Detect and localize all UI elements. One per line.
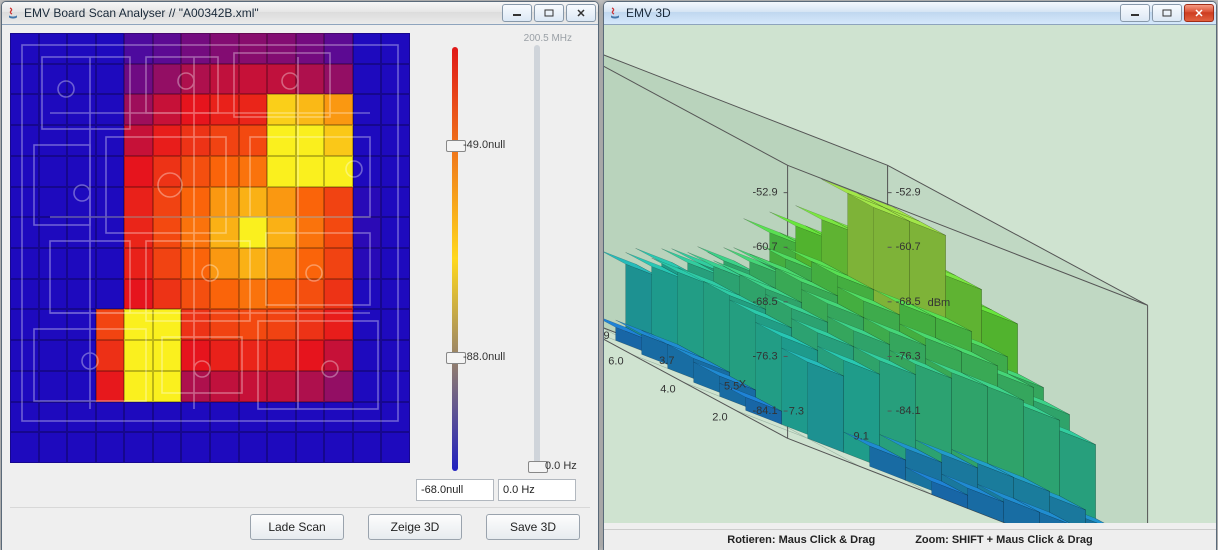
- svg-text:dBm: dBm: [928, 297, 951, 309]
- svg-text:1.9: 1.9: [604, 330, 610, 342]
- minimize-button[interactable]: [1120, 4, 1150, 22]
- svg-text:-52.9: -52.9: [753, 187, 778, 199]
- svg-text:7.3: 7.3: [789, 406, 804, 418]
- maximize-button[interactable]: [534, 4, 564, 22]
- freq-bottom-label: 0.0 Hz: [545, 460, 577, 472]
- svg-text:-76.3: -76.3: [753, 350, 778, 362]
- freq-thumb[interactable]: 0.0 Hz: [528, 461, 548, 473]
- svg-text:-68.5: -68.5: [753, 296, 778, 308]
- titlebar[interactable]: EMV Board Scan Analyser // "A00342B.xml": [2, 2, 598, 25]
- status-rotate: Rotieren: Maus Click & Drag: [727, 534, 875, 546]
- maximize-button[interactable]: [1152, 4, 1182, 22]
- window-title: EMV Board Scan Analyser // "A00342B.xml": [24, 6, 498, 20]
- plot-3d[interactable]: -52.9 -60.7 -68.5 -76.3 -84.1 -52.9 -60.7 -68.5…: [604, 25, 1216, 523]
- status-bar: Rotieren: Maus Click & Drag Zoom: SHIFT …: [604, 529, 1216, 550]
- svg-text:-60.7: -60.7: [896, 241, 921, 253]
- svg-text:-68.5: -68.5: [896, 296, 921, 308]
- heatmap-2d[interactable]: [10, 33, 410, 463]
- minimize-button[interactable]: [502, 4, 532, 22]
- svg-text:9.1: 9.1: [854, 431, 869, 443]
- color-lower-label: -88.0null: [463, 351, 505, 363]
- svg-text:X: X: [739, 379, 747, 391]
- svg-text:-52.9: -52.9: [896, 187, 921, 199]
- color-upper-label: -49.0null: [463, 139, 505, 151]
- svg-text:2.0: 2.0: [712, 411, 727, 423]
- svg-text:-76.3: -76.3: [896, 350, 921, 362]
- java-icon: [608, 6, 622, 20]
- color-lower-thumb[interactable]: -88.0null: [446, 352, 466, 364]
- freq-readout: 0.0 Hz: [498, 479, 576, 501]
- java-icon: [6, 6, 20, 20]
- window-title: EMV 3D: [626, 6, 1116, 20]
- load-scan-button[interactable]: Lade Scan: [250, 514, 344, 540]
- svg-text:5.5: 5.5: [724, 380, 739, 392]
- close-button[interactable]: [1184, 4, 1214, 22]
- color-upper-thumb[interactable]: -49.0null: [446, 140, 466, 152]
- svg-text:4.0: 4.0: [660, 383, 675, 395]
- color-range-slider[interactable]: -49.0null -88.0null: [452, 47, 458, 471]
- show-3d-button[interactable]: Zeige 3D: [368, 514, 462, 540]
- frequency-slider[interactable]: 0.0 Hz: [534, 45, 540, 471]
- svg-text:-84.1: -84.1: [753, 405, 778, 417]
- svg-text:-84.1: -84.1: [896, 405, 921, 417]
- analyser-window: EMV Board Scan Analyser // "A00342B.xml": [1, 1, 599, 550]
- svg-text:3.7: 3.7: [659, 355, 674, 367]
- svg-text:-60.7: -60.7: [753, 241, 778, 253]
- status-zoom: Zoom: SHIFT + Maus Click & Drag: [915, 534, 1093, 546]
- color-readout: -68.0null: [416, 479, 494, 501]
- freq-top-label: 200.5 MHz: [524, 33, 572, 37]
- svg-text:6.0: 6.0: [608, 355, 623, 367]
- titlebar[interactable]: EMV 3D: [604, 2, 1216, 25]
- save-3d-button[interactable]: Save 3D: [486, 514, 580, 540]
- close-button[interactable]: [566, 4, 596, 22]
- emv-3d-window: EMV 3D -52.9 -60.7 -68.5 -76.3 -84.1 -52.9 -60…: [603, 1, 1217, 550]
